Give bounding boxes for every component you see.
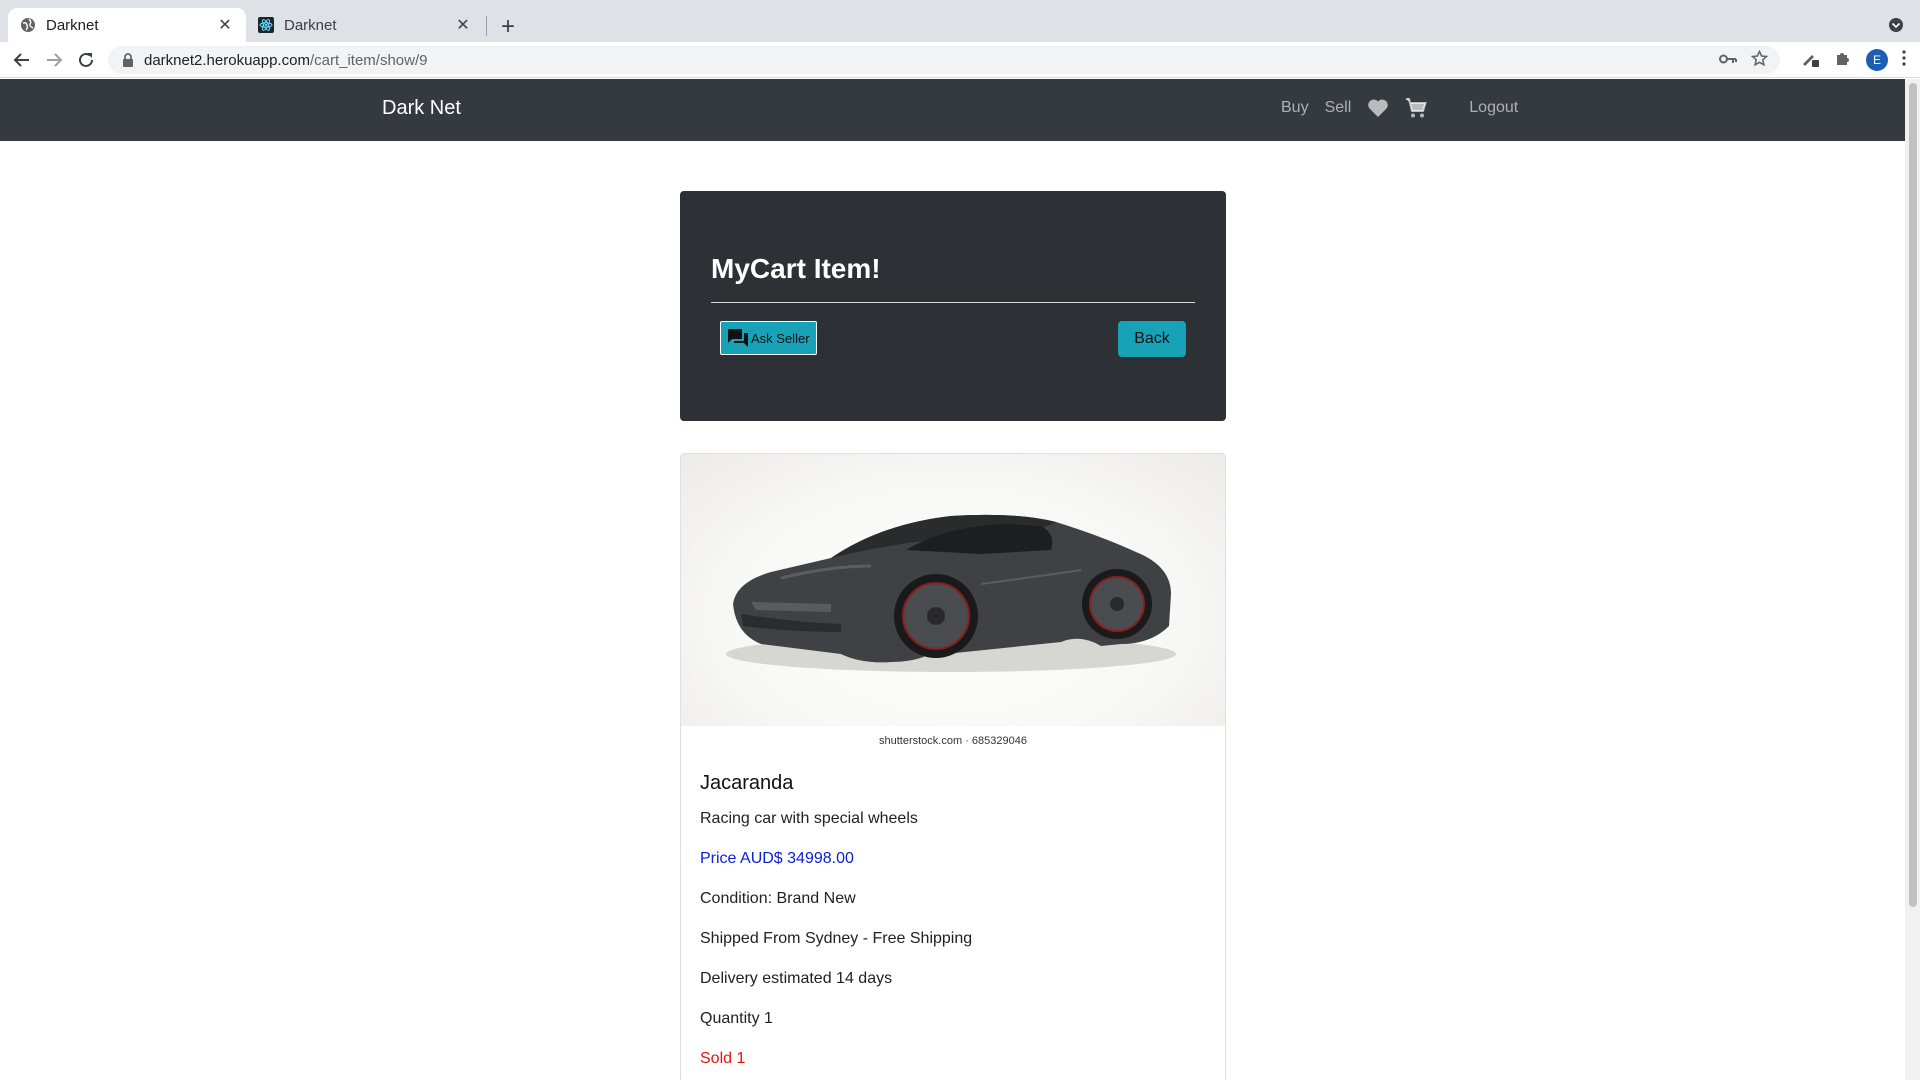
product-delivery: Delivery estimated 14 days	[700, 970, 893, 987]
product-details: Jacaranda Racing car with special wheels…	[700, 772, 1210, 1080]
close-icon[interactable]: ✕	[214, 14, 236, 36]
browser-toolbar: darknet2.herokuapp.com/cart_item/show/9 …	[0, 42, 1920, 78]
new-tab-button[interactable]: +	[494, 13, 522, 41]
browser-tab[interactable]: Darknet ✕	[246, 8, 484, 42]
nav-link-buy[interactable]: Buy	[1281, 99, 1309, 117]
cart-item-header-panel: MyCart Item! Ask Seller Back	[680, 191, 1226, 421]
tab-title: Darknet	[284, 16, 337, 34]
puzzle-icon[interactable]	[1834, 49, 1852, 72]
product-image	[681, 454, 1225, 726]
page-viewport: Dark Net Buy Sell Logout MyCart Item! As…	[0, 79, 1905, 1080]
browser-tabstrip: Darknet ✕ Darknet ✕ +	[0, 0, 1920, 42]
image-watermark-caption: shutterstock.com · 685329046	[879, 735, 1027, 747]
url-path: /cart_item/show/9	[309, 51, 428, 69]
page-title: MyCart Item!	[711, 253, 881, 284]
chat-bubble-icon	[727, 328, 749, 348]
nav-link-logout[interactable]: Logout	[1469, 99, 1518, 117]
tab-separator	[486, 16, 487, 36]
scrollbar-thumb[interactable]	[1909, 83, 1917, 907]
ask-seller-button[interactable]: Ask Seller	[720, 321, 817, 355]
back-button[interactable]: Back	[1118, 321, 1186, 357]
product-condition: Condition: Brand New	[700, 890, 856, 907]
heart-icon[interactable]	[1367, 98, 1389, 118]
key-icon[interactable]	[1719, 52, 1737, 69]
product-quantity: Quantity 1	[700, 1010, 773, 1027]
ask-seller-label: Ask Seller	[751, 330, 810, 346]
profile-avatar[interactable]: E	[1866, 49, 1888, 71]
page-scrollbar[interactable]	[1905, 79, 1920, 1080]
nav-link-sell[interactable]: Sell	[1325, 99, 1352, 117]
kebab-menu-icon[interactable]	[1902, 49, 1906, 71]
tab-title: Darknet	[46, 16, 99, 34]
bookmark-star-icon[interactable]	[1750, 49, 1769, 71]
product-price: Price AUD$ 34998.00	[700, 850, 854, 867]
extension-icon[interactable]	[1800, 48, 1820, 73]
forward-arrow-icon[interactable]	[40, 46, 68, 74]
product-sold: Sold 1	[700, 1050, 746, 1067]
product-name: Jacaranda	[700, 772, 794, 794]
address-bar[interactable]: darknet2.herokuapp.com/cart_item/show/9	[108, 46, 1780, 74]
lock-icon	[122, 53, 134, 67]
react-icon	[258, 17, 274, 33]
divider	[711, 302, 1195, 303]
site-navbar: Dark Net Buy Sell Logout	[0, 79, 1905, 141]
url-host: darknet2.herokuapp.com	[144, 51, 310, 69]
nav-links: Buy Sell Logout	[1281, 97, 1518, 119]
cart-icon[interactable]	[1405, 97, 1428, 119]
back-arrow-icon[interactable]	[8, 46, 36, 74]
product-shipping: Shipped From Sydney - Free Shipping	[700, 930, 973, 947]
brand-link[interactable]: Dark Net	[382, 97, 461, 120]
product-description: Racing car with special wheels	[700, 810, 918, 827]
tab-search-icon[interactable]	[1884, 13, 1908, 37]
product-card: shutterstock.com · 685329046 Jacaranda R…	[680, 453, 1226, 1080]
reload-icon[interactable]	[72, 46, 100, 74]
browser-tab-active[interactable]: Darknet ✕	[8, 8, 246, 42]
close-icon[interactable]: ✕	[452, 14, 474, 36]
globe-icon	[20, 17, 36, 33]
